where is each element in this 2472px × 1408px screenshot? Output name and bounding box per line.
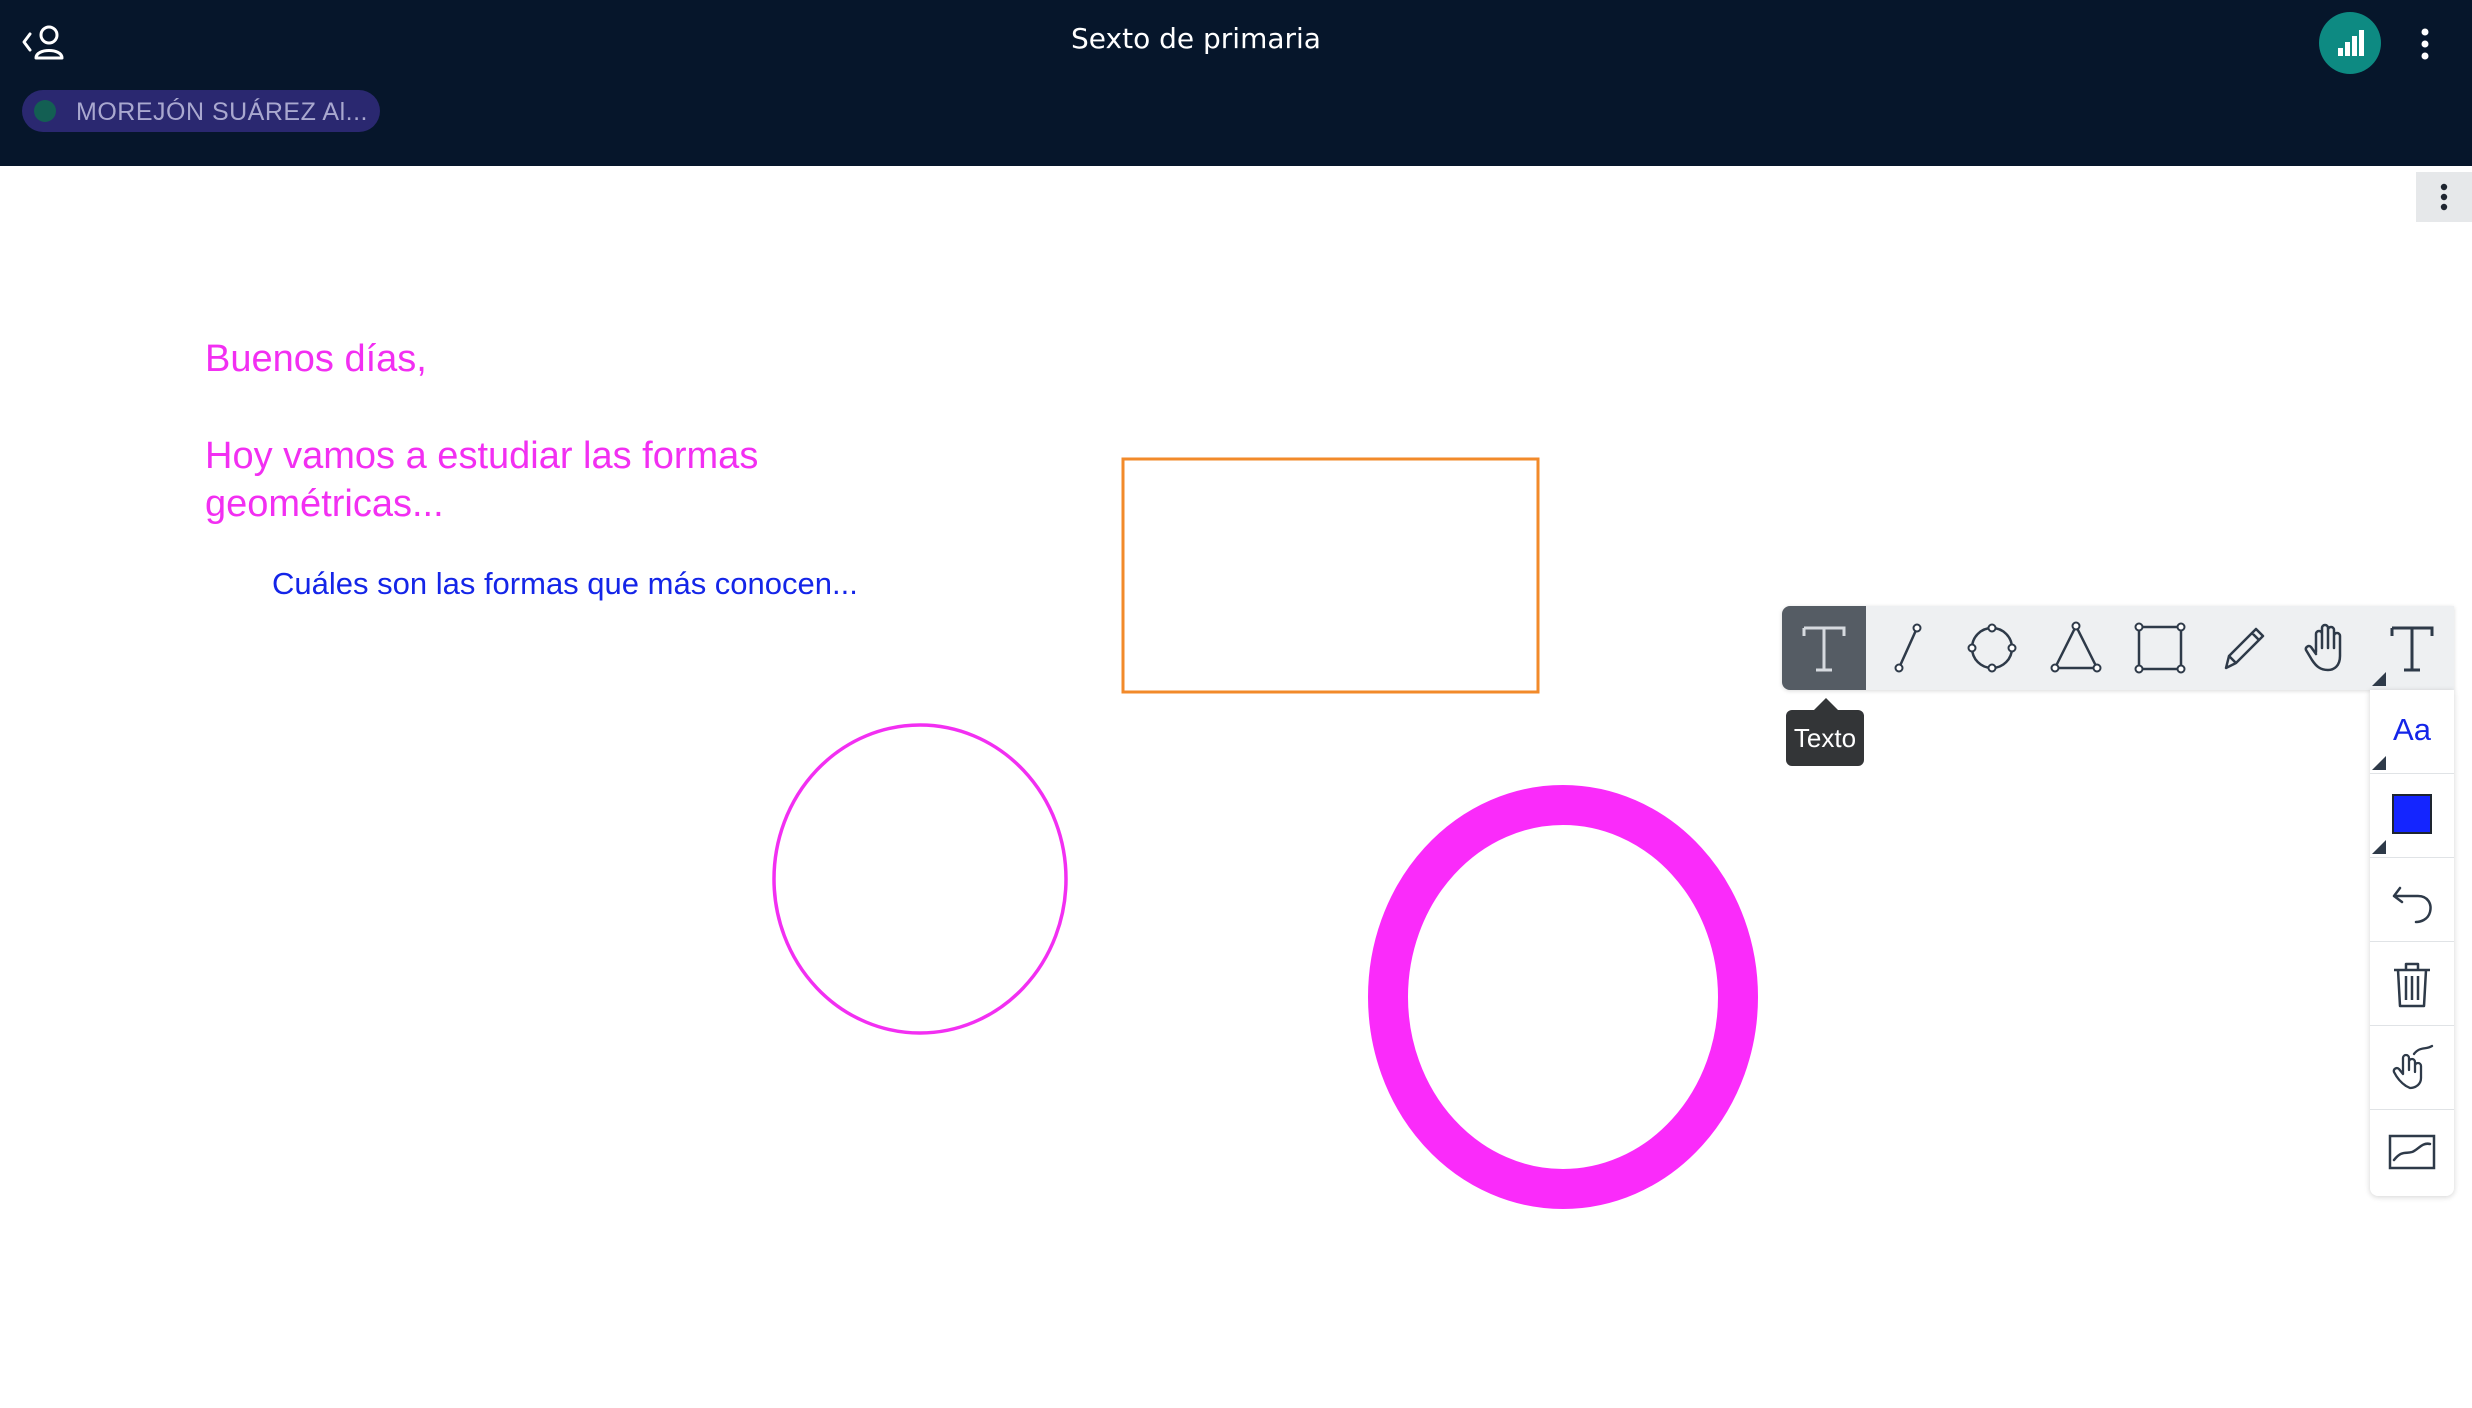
triangle-tool-icon[interactable] [2034, 606, 2118, 690]
tool-tooltip: Texto [1786, 698, 1864, 766]
connection-signal-icon[interactable] [2319, 12, 2381, 74]
pan-hand-icon[interactable] [2286, 606, 2370, 690]
font-size-label: Aa [2393, 712, 2431, 747]
multi-user-draw-icon[interactable] [2370, 1026, 2454, 1110]
current-color-swatch [2392, 794, 2432, 834]
presenter-chip[interactable]: MOREJÓN SUÁREZ Al... [22, 90, 380, 132]
intro-text[interactable]: Hoy vamos a estudiar las formas geométri… [205, 432, 805, 528]
tool-options-panel: Aa [2370, 690, 2454, 1196]
submenu-indicator [2372, 840, 2386, 854]
page-title: Sexto de primaria [1071, 22, 1321, 55]
more-vertical-icon[interactable] [2410, 24, 2440, 64]
ellipse-tool-icon[interactable] [1950, 606, 2034, 690]
pencil-tool-icon[interactable] [2202, 606, 2286, 690]
submenu-indicator [2372, 756, 2386, 770]
color-picker-button[interactable] [2370, 774, 2454, 858]
greeting-text[interactable]: Buenos días, [205, 338, 427, 381]
drawing-toolbar [1782, 606, 2454, 690]
canvas-options-icon[interactable] [2416, 172, 2472, 222]
trash-icon[interactable] [2370, 942, 2454, 1026]
text-options-icon[interactable] [2370, 606, 2454, 690]
font-size-button[interactable]: Aa [2370, 690, 2454, 774]
smooth-line-icon[interactable] [2370, 1110, 2454, 1194]
submenu-indicator [2372, 672, 2386, 686]
presenter-status-dot [34, 100, 56, 122]
line-tool-icon[interactable] [1866, 606, 1950, 690]
presenter-name: MOREJÓN SUÁREZ Al... [76, 98, 368, 126]
rectangle-tool-icon[interactable] [2118, 606, 2202, 690]
question-text[interactable]: Cuáles son las formas que más conocen... [272, 566, 858, 602]
undo-icon[interactable] [2370, 858, 2454, 942]
top-navbar: Sexto de primaria MOREJÓN SUÁREZ Al... [0, 0, 2472, 166]
text-tool-button[interactable] [1782, 606, 1866, 690]
